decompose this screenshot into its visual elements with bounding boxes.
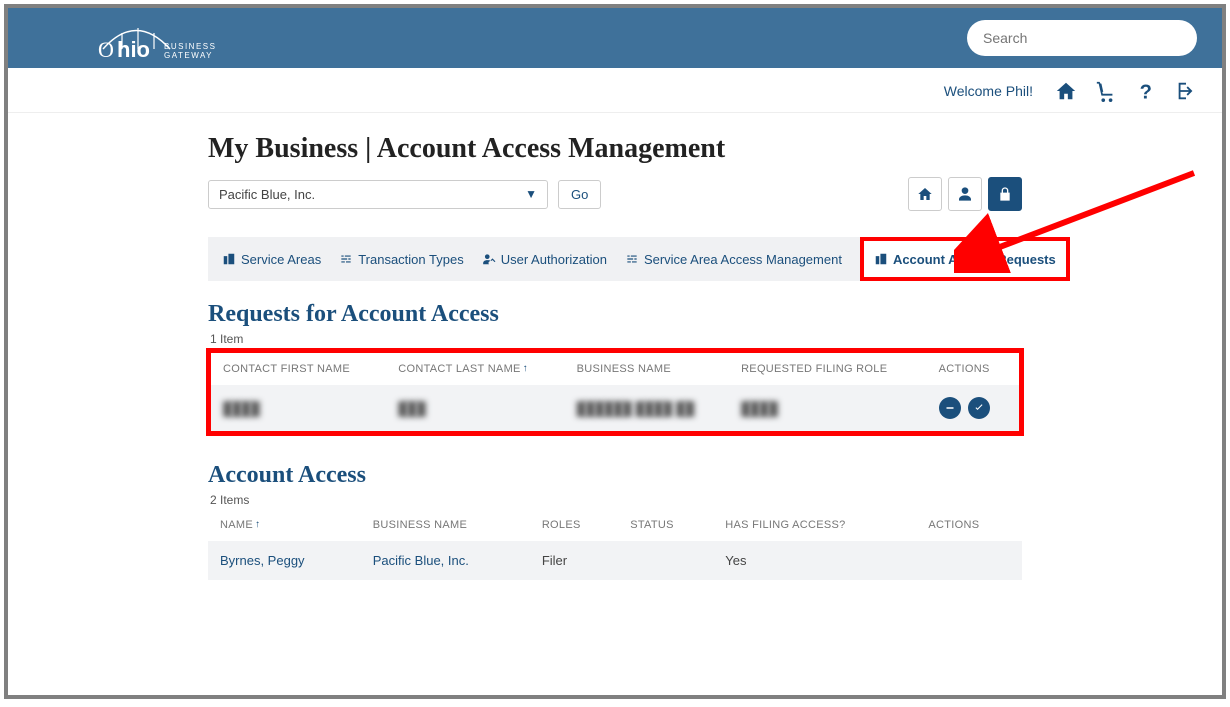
approve-icon[interactable] bbox=[968, 397, 990, 419]
cart-icon[interactable] bbox=[1095, 80, 1117, 102]
cell-roles: Filer bbox=[530, 541, 618, 580]
logout-icon[interactable] bbox=[1175, 80, 1197, 102]
table-row: ████ ███ ██████ ████ ██ ████ bbox=[211, 385, 1019, 431]
building-icon bbox=[874, 252, 888, 266]
svg-text:hio: hio bbox=[117, 37, 150, 59]
col-first-name[interactable]: CONTACT FIRST NAME bbox=[211, 353, 386, 385]
tab-label: User Authorization bbox=[501, 252, 607, 267]
table-row: Byrnes, Peggy Pacific Blue, Inc. Filer Y… bbox=[208, 541, 1022, 580]
svg-text:GATEWAY: GATEWAY bbox=[164, 51, 213, 59]
requests-count: 1 Item bbox=[210, 332, 1022, 346]
page-content: My Business | Account Access Management … bbox=[8, 113, 1222, 600]
tab-label: Account Access Requests bbox=[893, 252, 1056, 267]
cell-role: ████ bbox=[741, 401, 778, 416]
tab-account-access-requests[interactable]: Account Access Requests bbox=[860, 237, 1070, 281]
search-input[interactable] bbox=[983, 30, 1181, 46]
tab-label: Service Areas bbox=[241, 252, 321, 267]
building-icon bbox=[222, 252, 236, 266]
settings-icon bbox=[625, 252, 639, 266]
global-search[interactable] bbox=[967, 20, 1197, 56]
go-button[interactable]: Go bbox=[558, 180, 601, 209]
cell-business-name: ██████ ████ ██ bbox=[577, 401, 695, 416]
requests-table-callout: CONTACT FIRST NAME CONTACT LAST NAME↑ BU… bbox=[206, 348, 1024, 436]
page-title: My Business | Account Access Management bbox=[208, 133, 1022, 165]
access-count: 2 Items bbox=[210, 493, 1022, 507]
svg-text:O: O bbox=[98, 37, 114, 59]
table-header-row: CONTACT FIRST NAME CONTACT LAST NAME↑ BU… bbox=[211, 353, 1019, 385]
access-heading: Account Access bbox=[208, 462, 1022, 489]
home-icon[interactable] bbox=[1055, 80, 1077, 102]
requests-heading: Requests for Account Access bbox=[208, 301, 1022, 328]
business-selector-row: Pacific Blue, Inc. ▼ Go bbox=[208, 177, 1022, 211]
welcome-text: Welcome Phil! bbox=[944, 83, 1033, 99]
cell-last-name: ███ bbox=[398, 401, 426, 416]
col-actions: ACTIONS bbox=[927, 353, 1019, 385]
cell-status bbox=[618, 541, 713, 580]
col-has-filing[interactable]: HAS FILING ACCESS? bbox=[713, 509, 916, 541]
access-table: NAME↑ BUSINESS NAME ROLES STATUS HAS FIL… bbox=[208, 509, 1022, 580]
col-name[interactable]: NAME↑ bbox=[208, 509, 361, 541]
user-check-icon bbox=[482, 252, 496, 266]
col-business-name[interactable]: BUSINESS NAME bbox=[565, 353, 729, 385]
col-business-name[interactable]: BUSINESS NAME bbox=[361, 509, 530, 541]
col-actions: ACTIONS bbox=[916, 509, 1022, 541]
lock-button[interactable] bbox=[988, 177, 1022, 211]
sort-up-icon: ↑ bbox=[523, 363, 528, 374]
tab-service-area-access-mgmt[interactable]: Service Area Access Management bbox=[625, 252, 842, 267]
col-requested-role[interactable]: REQUESTED FILING ROLE bbox=[729, 353, 927, 385]
ohio-business-gateway-logo: O hio BUSINESS GATEWAY bbox=[98, 17, 243, 59]
tab-label: Transaction Types bbox=[358, 252, 464, 267]
cell-business-name[interactable]: Pacific Blue, Inc. bbox=[373, 553, 469, 568]
tab-transaction-types[interactable]: Transaction Types bbox=[339, 252, 464, 267]
cell-actions bbox=[927, 385, 1019, 431]
col-last-name[interactable]: CONTACT LAST NAME↑ bbox=[386, 353, 564, 385]
business-select-value: Pacific Blue, Inc. bbox=[219, 187, 315, 202]
svg-text:BUSINESS: BUSINESS bbox=[164, 42, 216, 51]
requests-table: CONTACT FIRST NAME CONTACT LAST NAME↑ BU… bbox=[211, 353, 1019, 431]
help-icon[interactable]: ? bbox=[1135, 80, 1157, 102]
cell-actions bbox=[916, 541, 1022, 580]
tab-service-areas[interactable]: Service Areas bbox=[222, 252, 321, 267]
chevron-down-icon: ▼ bbox=[525, 187, 537, 201]
business-select[interactable]: Pacific Blue, Inc. ▼ bbox=[208, 180, 548, 209]
cell-name[interactable]: Byrnes, Peggy bbox=[220, 553, 305, 568]
cell-first-name: ████ bbox=[223, 401, 260, 416]
tab-label: Service Area Access Management bbox=[644, 252, 842, 267]
utility-bar: Welcome Phil! ? bbox=[8, 68, 1222, 113]
svg-text:?: ? bbox=[1140, 81, 1152, 102]
col-roles[interactable]: ROLES bbox=[530, 509, 618, 541]
tab-user-authorization[interactable]: User Authorization bbox=[482, 252, 607, 267]
settings-icon bbox=[339, 252, 353, 266]
deny-icon[interactable] bbox=[939, 397, 961, 419]
home-button[interactable] bbox=[908, 177, 942, 211]
cell-filing: Yes bbox=[713, 541, 916, 580]
user-button[interactable] bbox=[948, 177, 982, 211]
col-status[interactable]: STATUS bbox=[618, 509, 713, 541]
table-header-row: NAME↑ BUSINESS NAME ROLES STATUS HAS FIL… bbox=[208, 509, 1022, 541]
account-tabs: Service Areas Transaction Types User Aut… bbox=[208, 237, 1022, 281]
sort-up-icon: ↑ bbox=[255, 519, 260, 530]
top-navbar: O hio BUSINESS GATEWAY bbox=[8, 8, 1222, 68]
